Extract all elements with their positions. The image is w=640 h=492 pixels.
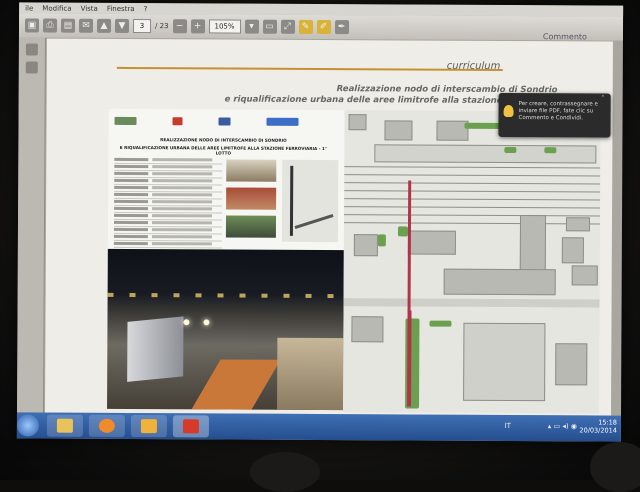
taskbar-explorer[interactable] — [46, 414, 83, 437]
taskbar-media-player[interactable] — [88, 414, 125, 437]
section-drawing — [281, 159, 339, 243]
zoom-out-icon[interactable]: − — [172, 19, 187, 34]
tooltip-text: Per creare, contrassegnare e inviare fil… — [518, 101, 598, 122]
thumbnails-icon[interactable] — [25, 43, 38, 56]
taskbar-outlook[interactable] — [130, 415, 167, 438]
menu-help[interactable]: ? — [144, 5, 148, 13]
comment-icon[interactable]: ✎ — [298, 19, 313, 34]
projection-screen: ile Modifica Vista Finestra ? ▣ ⎙ ▤ ✉ ▲ … — [16, 2, 624, 442]
city-logo — [218, 117, 231, 126]
open-icon[interactable]: ▣ — [24, 18, 40, 33]
region-logo — [114, 116, 137, 126]
site-plan-map — [343, 110, 601, 414]
menu-window[interactable]: Finestra — [107, 4, 135, 12]
toolbar: ▣ ⎙ ▤ ✉ ▲ ▼ 3 / 23 − + 105% ▾ ▭ ⤢ ✎ ✐ ✒ — [18, 13, 624, 41]
fit-page-icon[interactable]: ▭ — [262, 19, 277, 34]
page-number-input[interactable]: 3 — [132, 19, 152, 34]
bookmark-icon[interactable] — [25, 61, 38, 74]
comment-panel-label[interactable]: Commento — [543, 32, 587, 41]
table-row — [113, 240, 222, 249]
spec-table — [113, 156, 223, 249]
clock[interactable]: 15:18 20/03/2014 — [579, 418, 617, 434]
outlook-icon — [140, 419, 157, 434]
email-icon[interactable]: ✉ — [78, 18, 94, 33]
sign-icon[interactable]: ✒ — [334, 20, 349, 35]
railway-logo — [266, 117, 299, 126]
section-label: curriculum — [446, 60, 501, 72]
menu-edit[interactable]: Modifica — [42, 4, 71, 12]
print-icon[interactable]: ⎙ — [42, 18, 58, 33]
pdf-page: curriculum Realizzazione nodo di intersc… — [44, 38, 613, 416]
sheet-title-line1: REALIZZAZIONE NODO DI INTERSCAMBIO DI SO… — [160, 137, 287, 143]
institution-logos — [114, 116, 338, 128]
windows-taskbar: IT ▴ ▭ ◂) ◉ 15:18 20/03/2014 — [16, 412, 621, 442]
windows-start-icon[interactable] — [16, 414, 39, 437]
arrow-up-icon[interactable]: ▲ — [96, 18, 112, 33]
zoom-in-icon[interactable]: + — [190, 19, 205, 34]
photo-thumbnail-station — [226, 159, 277, 182]
share-tooltip[interactable]: ˄ Per creare, contrassegnare e inviare f… — [498, 92, 611, 138]
title-rule — [116, 66, 503, 71]
clock-time: 15:18 — [598, 418, 617, 427]
photo-thumbnail-garden — [225, 215, 277, 238]
clock-date: 20/03/2014 — [579, 426, 617, 435]
arrow-down-icon[interactable]: ▼ — [114, 18, 130, 33]
taskbar-acrobat[interactable] — [172, 415, 209, 438]
system-tray-icons[interactable]: ▴ ▭ ◂) ◉ — [548, 422, 577, 430]
sheet-title-line2: E RIQUALIFICAZIONE URBANA DELLE AREE LIM… — [119, 144, 327, 156]
folder-icon — [56, 418, 73, 433]
project-sheet: REALIZZAZIONE NODO DI INTERSCAMBIO DI SO… — [107, 108, 345, 411]
acrobat-icon — [182, 419, 199, 434]
fit-width-icon[interactable]: ⤢ — [280, 19, 295, 34]
menu-file[interactable]: ile — [25, 4, 33, 12]
navigation-sidebar — [16, 37, 46, 413]
media-player-icon — [98, 418, 115, 433]
save-icon[interactable]: ▤ — [60, 18, 76, 33]
photo-thumbnail-roof — [226, 187, 277, 210]
highlight-icon[interactable]: ✐ — [316, 19, 331, 35]
audience-silhouettes — [0, 442, 640, 492]
province-logo — [172, 117, 183, 126]
zoom-level-select[interactable]: 105% — [208, 19, 241, 34]
language-indicator[interactable]: IT — [505, 422, 511, 430]
bulb-icon — [503, 104, 514, 118]
underpass-night-photo — [107, 248, 344, 411]
chevron-down-icon[interactable]: ▾ — [244, 19, 259, 34]
menu-view[interactable]: Vista — [81, 4, 98, 12]
page-total: / 23 — [155, 22, 169, 31]
